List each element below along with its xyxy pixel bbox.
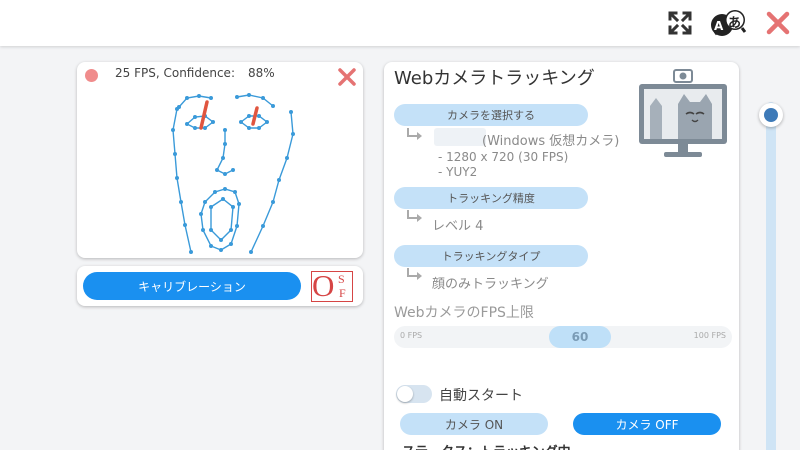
- sub-arrow-icon: [407, 210, 422, 222]
- tracking-accuracy-button[interactable]: トラッキング精度: [394, 187, 588, 209]
- camera-on-button[interactable]: カメラ ON: [400, 413, 548, 435]
- translate-glyph-jp: あ: [728, 16, 742, 31]
- webcam-settings-panel: Webカメラトラッキング カメラを選択する (Windows 仮想カメラ) - …: [384, 62, 739, 450]
- sub-arrow-icon: [407, 268, 422, 280]
- close-icon[interactable]: [764, 9, 792, 37]
- auto-start-label: 自動スタート: [439, 388, 523, 404]
- slider-min-label: 0 FPS: [400, 331, 423, 340]
- calibration-panel: キャリブレーション O S F: [77, 266, 363, 306]
- vertical-scrollbar-thumb[interactable]: [759, 103, 783, 127]
- osf-logo-f: F: [339, 286, 346, 300]
- camera-off-button[interactable]: カメラ OFF: [573, 413, 721, 435]
- camera-resolution: - 1280 x 720 (30 FPS): [438, 150, 569, 164]
- face-landmarks: [171, 93, 295, 254]
- osf-logo-o: O: [312, 268, 335, 303]
- select-camera-button[interactable]: カメラを選択する: [394, 104, 588, 126]
- tracking-accuracy-value: レベル 4: [432, 219, 484, 234]
- translate-icon[interactable]: A あ: [707, 9, 751, 37]
- tracking-preview-panel: 25 FPS, Confidence: 88%: [77, 62, 363, 258]
- slider-max-label: 100 FPS: [693, 331, 726, 340]
- scroll-thumb-dot: [764, 108, 778, 122]
- translate-glyph-a: A: [714, 19, 724, 33]
- webcam-cat-illustration-icon: [639, 69, 727, 157]
- fullscreen-icon[interactable]: [666, 9, 694, 37]
- calibration-button[interactable]: キャリブレーション: [83, 272, 301, 300]
- tracking-status-text: ステータス：トラッキング中: [402, 441, 571, 450]
- auto-start-toggle[interactable]: [396, 385, 432, 403]
- camera-name-redacted: [434, 128, 486, 146]
- fps-slider-handle[interactable]: 60: [549, 326, 611, 348]
- settings-title: Webカメラトラッキング: [394, 68, 595, 89]
- toggle-knob: [397, 386, 413, 402]
- tracking-type-button[interactable]: トラッキングタイプ: [394, 245, 588, 267]
- fps-limit-title: WebカメラのFPS上限: [394, 305, 534, 321]
- camera-format: - YUY2: [438, 165, 478, 179]
- fps-limit-slider[interactable]: 0 FPS 100 FPS 60: [394, 326, 732, 348]
- osf-logo-s: S: [338, 272, 345, 286]
- osf-logo: O S F: [311, 268, 353, 303]
- camera-name: (Windows 仮想カメラ): [482, 134, 620, 149]
- top-bar: A あ: [0, 0, 800, 46]
- vertical-scrollbar-track[interactable]: [766, 102, 776, 450]
- tracking-type-value: 顔のみトラッキング: [432, 277, 549, 292]
- sub-arrow-icon: [407, 128, 422, 140]
